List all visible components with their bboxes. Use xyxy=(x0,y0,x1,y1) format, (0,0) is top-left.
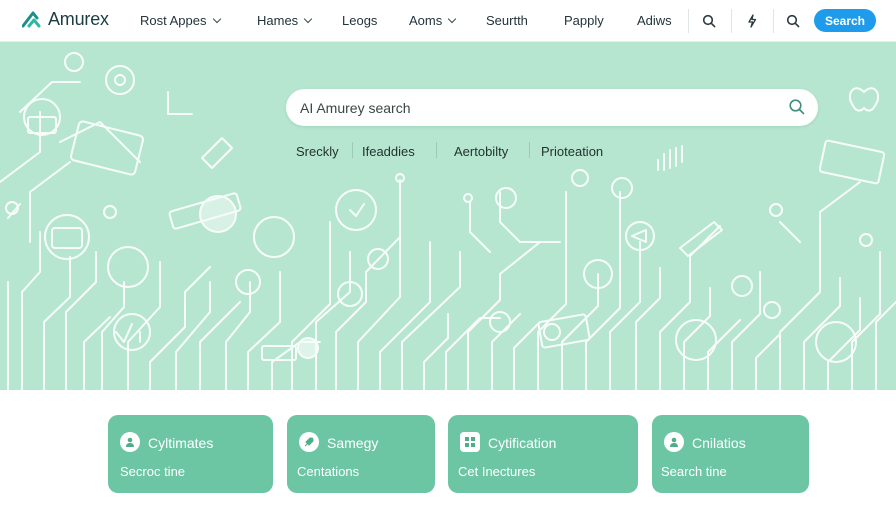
divider xyxy=(529,142,530,158)
divider xyxy=(352,142,353,158)
nav-item-label: Adiws xyxy=(637,13,672,28)
nav-item-label: Aoms xyxy=(409,13,443,28)
quick-link-prioteation[interactable]: Prioteation xyxy=(541,144,603,159)
chevron-down-icon xyxy=(212,14,221,24)
card-subtitle: Search tine xyxy=(661,464,727,479)
search-input[interactable] xyxy=(300,99,780,116)
nav-item-adiws[interactable]: Adiws xyxy=(637,13,672,28)
user-icon xyxy=(664,432,684,452)
nav-item-label: Seurtth xyxy=(486,13,528,28)
nav-item-label: Rost Appes xyxy=(140,13,207,28)
nav-item-hames[interactable]: Hames xyxy=(257,13,313,28)
card-subtitle: Centations xyxy=(297,464,360,479)
nav-item-label: Leogs xyxy=(342,13,378,28)
feature-card-cytification[interactable]: Cytification Cet Inectures xyxy=(448,415,638,493)
feature-card-cnilatios[interactable]: Cnilatios Search tine xyxy=(652,415,809,493)
divider xyxy=(688,9,689,33)
nav-item-leogs[interactable]: Leogs xyxy=(342,13,377,28)
nav-item-label: Papply xyxy=(564,13,604,28)
search-icon[interactable] xyxy=(788,98,806,116)
quick-link-ifeaddies[interactable]: Ifeaddies xyxy=(362,144,415,159)
divider xyxy=(773,9,774,33)
brand-logo[interactable]: Amurex xyxy=(22,9,109,30)
hero-search-field[interactable] xyxy=(286,89,818,126)
card-subtitle: Secroc tine xyxy=(120,464,186,479)
card-subtitle: Cet Inectures xyxy=(458,464,536,479)
nav-item-aoms[interactable]: Aoms xyxy=(409,13,457,28)
chevron-down-icon xyxy=(447,14,457,24)
card-title: Cnilatios xyxy=(692,435,746,451)
divider xyxy=(731,9,732,33)
nav-item-label: Hames xyxy=(257,13,299,28)
feature-card-samegy[interactable]: Samegy Centations xyxy=(287,415,435,493)
search-icon[interactable] xyxy=(782,10,804,32)
card-title: Samegy xyxy=(327,435,379,451)
quick-link-aertobilty[interactable]: Aertobilty xyxy=(454,144,508,159)
divider xyxy=(436,142,437,158)
lightning-icon[interactable] xyxy=(741,10,763,32)
chevron-down-icon xyxy=(303,14,313,24)
card-title: Cyltimates xyxy=(148,435,214,451)
hero-banner: Sreckly Ifeaddies Aertobilty Prioteation xyxy=(0,42,896,390)
card-title: Cytification xyxy=(488,435,557,451)
search-icon[interactable] xyxy=(698,10,720,32)
grid-icon xyxy=(460,432,480,452)
quick-link-sreckly[interactable]: Sreckly xyxy=(296,144,339,159)
nav-item-papply[interactable]: Papply xyxy=(564,13,604,28)
feature-card-cyltimates[interactable]: Cyltimates Secroc tine xyxy=(108,415,273,493)
user-icon xyxy=(120,432,140,452)
nav-item-rost-appes[interactable]: Rost Appes xyxy=(140,13,221,28)
top-navigation: Amurex Rost Appes Hames Leogs Aoms Seurt… xyxy=(0,0,896,42)
logo-mark-icon xyxy=(22,11,41,27)
rocket-icon xyxy=(299,432,319,452)
brand-name: Amurex xyxy=(48,9,109,29)
search-button[interactable]: Search xyxy=(814,9,876,32)
nav-item-seurtth[interactable]: Seurtth xyxy=(486,13,528,28)
